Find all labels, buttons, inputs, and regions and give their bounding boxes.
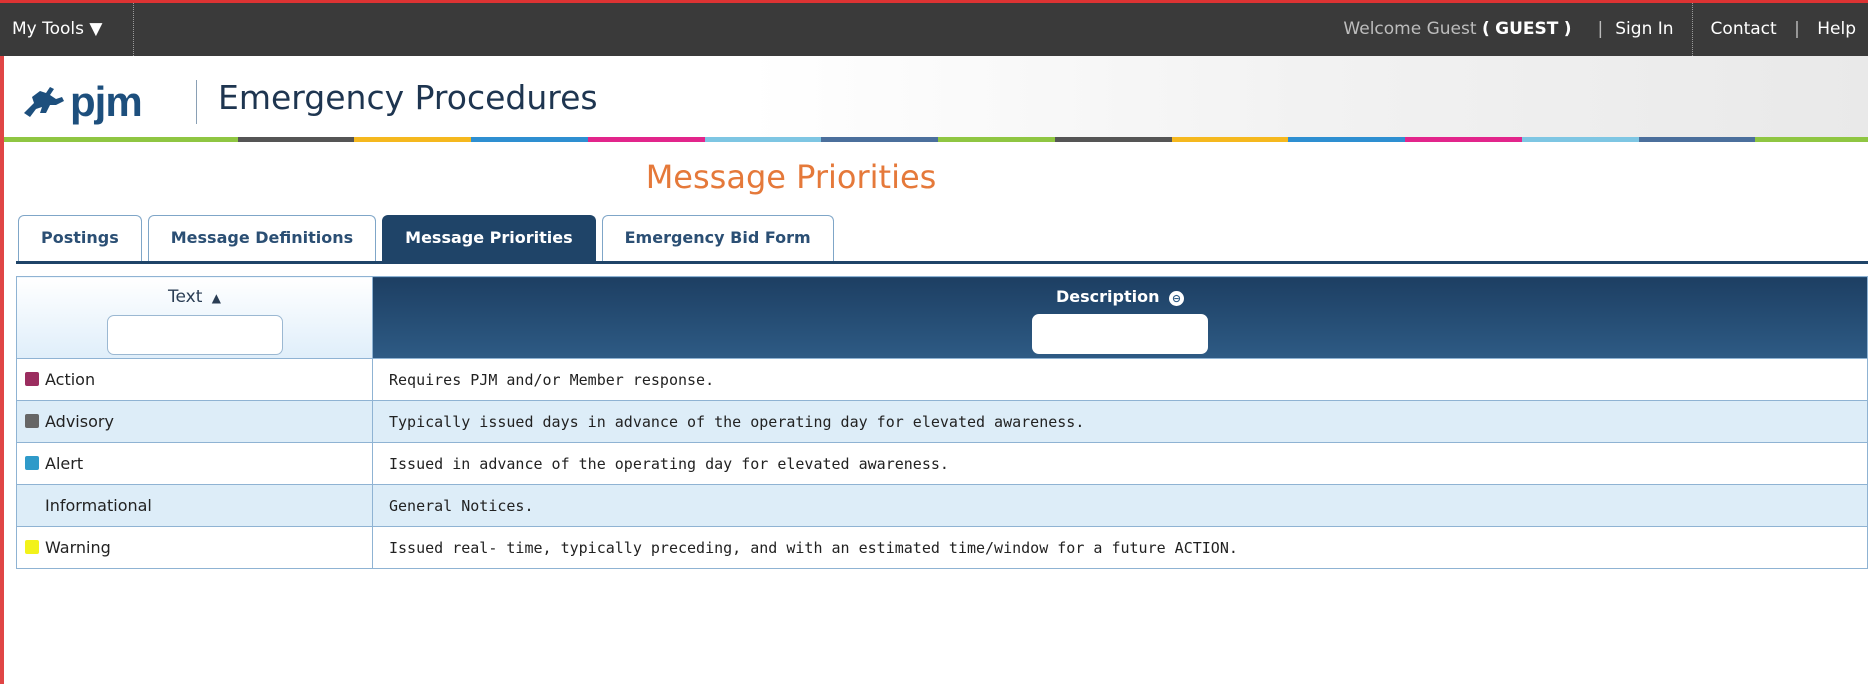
row-description-cell: Requires PJM and/or Member response. (372, 358, 1868, 401)
stripe-segment (1288, 137, 1405, 142)
welcome-prefix: Welcome Guest (1343, 19, 1477, 39)
tab-bar: Postings Message Definitions Message Pri… (18, 215, 840, 261)
tab-message-priorities[interactable]: Message Priorities (382, 215, 596, 261)
stripe-segment (237, 137, 355, 142)
pjm-logo[interactable]: pjm (20, 78, 143, 126)
contact-link[interactable]: Contact (1711, 19, 1777, 39)
tab-postings[interactable]: Postings (18, 215, 142, 261)
stripe-segment (821, 137, 938, 142)
stripe-segment (1638, 137, 1756, 142)
stripe-segment (1405, 137, 1522, 142)
stripe-segment (938, 137, 1055, 142)
stripe-segment (1521, 137, 1639, 142)
sort-ascending-icon: ▲ (211, 291, 222, 305)
stripe-segment (1054, 137, 1172, 142)
header-banner: pjm Emergency Procedures (0, 56, 1868, 142)
tab-message-definitions[interactable]: Message Definitions (147, 215, 377, 261)
title-divider (196, 80, 197, 124)
top-bar-right: Welcome Guest ( GUEST ) | Sign In Contac… (1343, 3, 1868, 56)
welcome-text: Welcome Guest ( GUEST ) (1343, 3, 1585, 56)
color-stripe (4, 137, 1868, 142)
priority-label: Warning (45, 538, 111, 557)
row-text-cell: Warning (16, 526, 373, 569)
table-row[interactable]: Warning Issued real- time, typically pre… (16, 526, 1868, 569)
stripe-segment (704, 137, 822, 142)
priority-label: Alert (45, 454, 84, 473)
top-bar: My Tools ▼ Welcome Guest ( GUEST ) | Sig… (0, 0, 1868, 56)
contact-help-group: Contact | Help (1711, 3, 1868, 56)
page-left-border (0, 142, 4, 684)
priorities-table: Text ▲ Description ⊖ Action Requires PJM… (16, 276, 1868, 569)
stripe-segment (120, 137, 238, 142)
description-filter-input[interactable] (1032, 314, 1208, 354)
column-header-text-label: Text (167, 287, 203, 307)
stripe-segment (471, 137, 588, 142)
stripe-segment (587, 137, 705, 142)
tab-emergency-bid-form[interactable]: Emergency Bid Form (601, 215, 834, 261)
table-row[interactable]: Informational General Notices. (16, 484, 1868, 527)
row-text-cell: Advisory (16, 400, 373, 443)
table-row[interactable]: Alert Issued in advance of the operating… (16, 442, 1868, 485)
row-text-cell: Alert (16, 442, 373, 485)
row-text-cell: Action (16, 358, 373, 401)
column-header-text[interactable]: Text ▲ (16, 276, 373, 359)
priority-color-icon (25, 414, 39, 428)
priority-label: Advisory (45, 412, 114, 431)
priority-label: Action (45, 370, 96, 389)
row-description-cell: Typically issued days in advance of the … (372, 400, 1868, 443)
welcome-user-close: ) (1563, 19, 1572, 39)
separator: | (1794, 19, 1800, 39)
tab-underline (16, 261, 1868, 264)
logo-text: pjm (70, 78, 143, 125)
collapse-circle-icon[interactable]: ⊖ (1169, 291, 1185, 306)
column-header-description-label: Description (1055, 287, 1160, 306)
lineman-logo-icon (24, 87, 64, 117)
welcome-user: GUEST (1495, 19, 1559, 39)
stripe-segment (354, 137, 471, 142)
divider (1691, 3, 1693, 56)
row-description-cell: Issued real- time, typically preceding, … (372, 526, 1868, 569)
separator: | (1597, 19, 1604, 39)
page-title: Message Priorities (645, 158, 937, 196)
priority-color-icon (25, 498, 39, 512)
sign-in-link[interactable]: Sign In (1615, 3, 1673, 56)
table-row[interactable]: Advisory Typically issued days in advanc… (16, 400, 1868, 443)
stripe-segment (1171, 137, 1289, 142)
table-row[interactable]: Action Requires PJM and/or Member respon… (16, 358, 1868, 401)
row-description-cell: General Notices. (372, 484, 1868, 527)
priority-color-icon (25, 456, 39, 470)
welcome-user-open: ( (1481, 19, 1490, 39)
help-link[interactable]: Help (1817, 19, 1856, 39)
row-text-cell: Informational (16, 484, 373, 527)
app-title: Emergency Procedures (218, 78, 598, 117)
column-header-description[interactable]: Description ⊖ (372, 276, 1868, 359)
stripe-segment (4, 137, 121, 142)
stripe-segment (1755, 137, 1868, 142)
priority-label: Informational (45, 496, 152, 515)
priority-color-icon (25, 540, 39, 554)
text-filter-input[interactable] (106, 315, 283, 355)
my-tools-menu[interactable]: My Tools ▼ (0, 3, 134, 56)
row-description-cell: Issued in advance of the operating day f… (372, 442, 1868, 485)
priority-color-icon (25, 372, 39, 386)
